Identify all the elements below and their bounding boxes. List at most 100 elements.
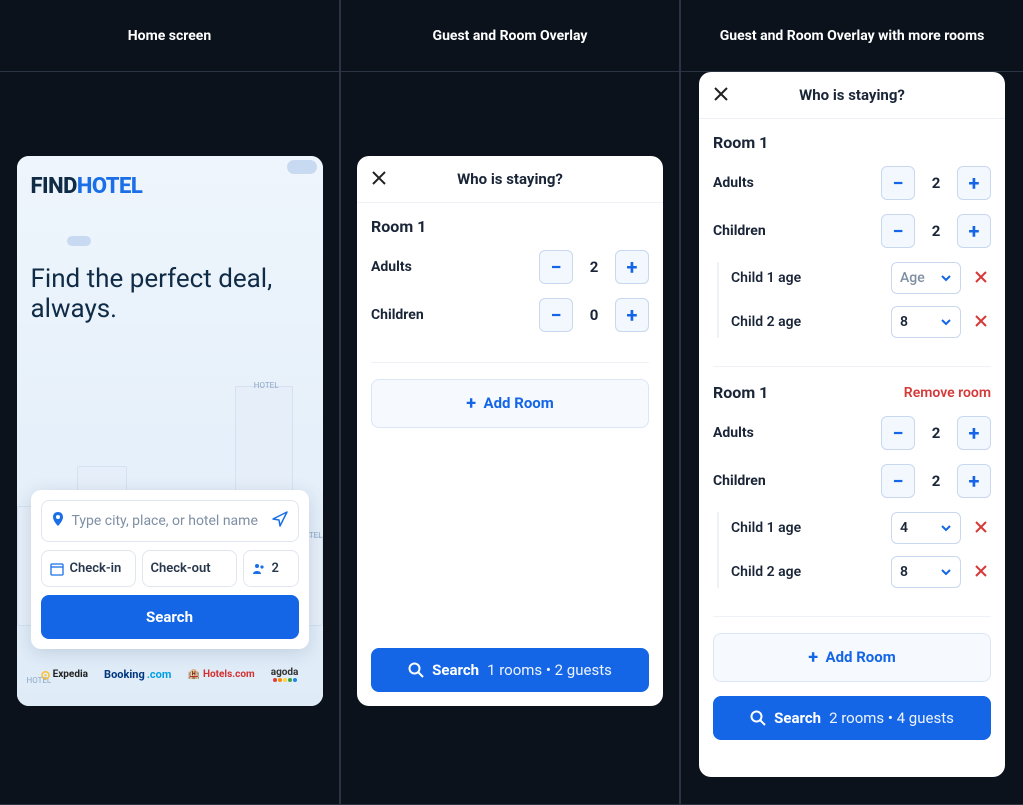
room-block: Room 1 Adults − 2 + Children − 0: [371, 217, 649, 363]
partners-row: Expedia Booking.com Hotels.com agoda: [31, 661, 309, 692]
adults-label: Adults: [713, 425, 754, 441]
children-label: Children: [713, 223, 766, 239]
partner-booking: Booking.com: [104, 668, 171, 681]
guest-overlay-expanded: Who is staying? Room 1Adults−2+Children−…: [699, 72, 1005, 777]
close-button[interactable]: [371, 167, 387, 191]
close-button[interactable]: [713, 83, 729, 107]
overlay-search-button[interactable]: Search 1 rooms • 2 guests: [371, 648, 649, 692]
search-card: Type city, place, or hotel name Check-in…: [31, 490, 309, 649]
close-icon: [713, 86, 729, 102]
close-icon: [974, 520, 988, 534]
children-value: 2: [929, 222, 943, 240]
overlay-title: Who is staying?: [713, 86, 991, 104]
room-title: Room 1: [713, 133, 768, 152]
partner-agoda: agoda: [271, 667, 299, 682]
children-minus-button[interactable]: −: [539, 298, 573, 332]
adults-value: 2: [587, 258, 601, 276]
adults-row: Adults −2 +: [713, 416, 991, 450]
brand-logo: FINDHOTEL: [31, 174, 309, 199]
home-content: FINDHOTEL Find the perfect deal, always.…: [17, 156, 323, 706]
add-room-button[interactable]: + Add Room: [371, 379, 649, 428]
guests-icon: [252, 562, 266, 576]
child-remove-button[interactable]: [971, 268, 991, 289]
close-icon: [371, 170, 387, 186]
children-value: 0: [587, 306, 601, 324]
room-title: Room 1: [713, 383, 768, 402]
close-icon: [974, 564, 988, 578]
children-row: Children − 0 +: [371, 298, 649, 332]
child-age-label: Child 1 age: [731, 520, 881, 536]
child-age-select[interactable]: 8: [891, 306, 961, 338]
checkout-input[interactable]: Check-out: [142, 550, 237, 587]
overlay-title: Who is staying?: [371, 170, 649, 188]
child-age-select[interactable]: 8: [891, 556, 961, 588]
close-icon: [974, 270, 988, 284]
overlay-header: Who is staying?: [699, 72, 1005, 119]
checkin-input[interactable]: Check-in: [41, 550, 136, 587]
body-row: HOTEL HOTEL HOTEL HOTEL 197 FINDHOTEL Fi…: [0, 72, 1023, 805]
close-icon: [974, 314, 988, 328]
child-age-label: Child 1 age: [731, 270, 881, 286]
child-age-row: Child 2 age 8: [731, 306, 991, 338]
chevron-down-icon: [940, 522, 952, 534]
search-button[interactable]: Search: [41, 595, 299, 639]
chevron-down-icon: [940, 316, 952, 328]
search-icon: [408, 662, 424, 678]
chevron-down-icon: [940, 272, 952, 284]
destination-placeholder: Type city, place, or hotel name: [72, 513, 264, 529]
col3-header: Guest and Room Overlay with more rooms: [680, 0, 1023, 72]
children-minus-button[interactable]: −: [881, 464, 915, 498]
child-age-label: Child 2 age: [731, 564, 881, 580]
adults-label: Adults: [713, 175, 754, 191]
adults-plus-button[interactable]: +: [957, 166, 991, 200]
chevron-down-icon: [940, 566, 952, 578]
guest-overlay: Who is staying? Room 1 Adults − 2 + Chil…: [357, 156, 663, 706]
date-guest-row: Check-in Check-out 2: [41, 550, 299, 587]
children-label: Children: [713, 473, 766, 489]
child-remove-button[interactable]: [971, 562, 991, 583]
partner-hotels: Hotels.com: [187, 669, 254, 680]
overlay-search-button[interactable]: Search2 rooms • 4 guests: [713, 696, 991, 740]
room-block: Room 1Adults−2+Children−2+Child 1 ageAge…: [713, 133, 991, 367]
col1-body: HOTEL HOTEL HOTEL HOTEL 197 FINDHOTEL Fi…: [0, 72, 340, 805]
child-age-select[interactable]: Age: [891, 262, 961, 294]
child-age-label: Child 2 age: [731, 314, 881, 330]
adults-label: Adults: [371, 259, 412, 275]
headline: Find the perfect deal, always.: [31, 265, 309, 325]
children-ages: Child 1 age 4 Child 2 age 8: [717, 512, 991, 588]
adults-plus-button[interactable]: +: [615, 250, 649, 284]
header-row: Home screen Guest and Room Overlay Guest…: [0, 0, 1023, 72]
remove-room-button[interactable]: Remove room: [904, 385, 991, 401]
children-plus-button[interactable]: +: [957, 464, 991, 498]
adults-minus-button[interactable]: −: [881, 416, 915, 450]
child-age-row: Child 1 age Age: [731, 262, 991, 294]
overlay-body: Room 1Adults−2+Children−2+Child 1 ageAge…: [699, 119, 1005, 777]
destination-input[interactable]: Type city, place, or hotel name: [41, 500, 299, 542]
adults-plus-button[interactable]: +: [957, 416, 991, 450]
children-minus-button[interactable]: −: [881, 214, 915, 248]
adults-minus-button[interactable]: −: [539, 250, 573, 284]
children-value: 2: [929, 472, 943, 490]
child-remove-button[interactable]: [971, 312, 991, 333]
child-age-row: Child 1 age 4: [731, 512, 991, 544]
locate-icon[interactable]: [272, 511, 288, 531]
child-age-select[interactable]: 4: [891, 512, 961, 544]
room-block: Room 1Remove roomAdults−2+Children−2+Chi…: [713, 383, 991, 617]
add-room-button[interactable]: + Add Room: [713, 633, 991, 682]
adults-minus-button[interactable]: −: [881, 166, 915, 200]
calendar-icon: [50, 562, 64, 576]
guests-input[interactable]: 2: [243, 550, 299, 587]
children-row: Children −2 +: [713, 214, 991, 248]
adults-value: 2: [929, 174, 943, 192]
child-age-row: Child 2 age 8: [731, 556, 991, 588]
children-plus-button[interactable]: +: [615, 298, 649, 332]
child-remove-button[interactable]: [971, 518, 991, 539]
adults-value: 2: [929, 424, 943, 442]
search-icon: [750, 710, 766, 726]
partner-expedia: Expedia: [41, 668, 88, 682]
children-row: Children −2 +: [713, 464, 991, 498]
col2-body: Who is staying? Room 1 Adults − 2 + Chil…: [340, 72, 680, 805]
children-plus-button[interactable]: +: [957, 214, 991, 248]
overlay-body: Room 1 Adults − 2 + Children − 0: [357, 203, 663, 634]
col2-header: Guest and Room Overlay: [340, 0, 680, 72]
